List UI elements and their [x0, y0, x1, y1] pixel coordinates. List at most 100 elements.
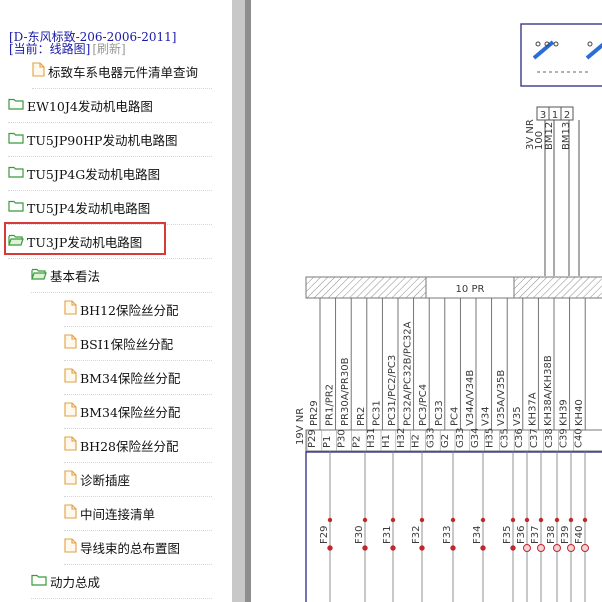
- wire-label: KH39: [559, 399, 570, 426]
- wire-label: PC31/PC2/PC3: [387, 355, 398, 426]
- pin-label: H35: [485, 428, 496, 448]
- top-wire-label: BM12: [544, 122, 555, 150]
- tree-item[interactable]: BM34保险丝分配: [64, 360, 212, 395]
- tree-item[interactable]: TU5JP4G发动机电路图: [8, 156, 212, 191]
- terminal-dot: [535, 41, 541, 47]
- wire-label: PC3/PC4: [418, 384, 429, 426]
- fuse-terminal-bottom: [510, 545, 516, 551]
- file-icon: [64, 368, 77, 386]
- wire-label: PC32A/PC32B/PC32A: [403, 321, 414, 426]
- tree-item[interactable]: 导线束的总布置图: [64, 530, 212, 565]
- tree-item-label: BM34保险丝分配: [80, 404, 181, 420]
- pin-label: C40: [573, 428, 584, 448]
- fuse-label: F40: [574, 526, 585, 544]
- bus-hatch-right: [513, 276, 602, 299]
- tree-item-label: 中间连接清单: [80, 506, 156, 522]
- wire-label: PR29: [309, 400, 320, 426]
- fuse-terminal-top: [568, 517, 574, 523]
- tree-item[interactable]: EW10J4发动机电路图: [8, 88, 212, 123]
- file-icon: [64, 538, 77, 556]
- wire-label: PC31: [371, 400, 382, 426]
- switch-contact-1: [532, 40, 555, 60]
- wiring-diagram-view[interactable]: 312 3V NR 100 BM12 BM13 10 PR 19V NR PR29 PR…: [251, 0, 602, 602]
- tree-item[interactable]: 基本看法: [31, 258, 212, 293]
- fuse-label: F37: [530, 526, 541, 544]
- pin-label: P30: [337, 429, 348, 448]
- file-icon: [64, 402, 77, 420]
- sidebar-scrollbar[interactable]: [232, 0, 245, 602]
- wire-label: KH37A: [527, 392, 538, 426]
- fuse-label: F38: [546, 526, 557, 544]
- tree-item[interactable]: TU5JP90HP发动机电路图: [8, 122, 212, 157]
- file-icon: [64, 436, 77, 454]
- fuse-terminal-bottom: [523, 544, 531, 552]
- tree-item[interactable]: TU5JP4发动机电路图: [8, 190, 212, 225]
- tree-item[interactable]: 动力总成: [31, 564, 212, 599]
- tree-item-label: BSI1保险丝分配: [80, 336, 174, 352]
- tree-item-label: 动力总成: [50, 574, 101, 590]
- wire-label: V34: [481, 406, 492, 426]
- wire-label: KH40: [574, 399, 585, 426]
- fuse-terminal-top: [582, 517, 588, 523]
- fuse-label: F34: [472, 526, 483, 544]
- pin-label: P29: [307, 429, 318, 448]
- fuse-terminal-bottom: [390, 545, 396, 551]
- tree-item-label: 诊断插座: [80, 472, 131, 488]
- pin-label: C38: [544, 428, 555, 448]
- fuse-terminal-bottom: [327, 545, 333, 551]
- wire-label: V35: [512, 406, 523, 426]
- pin-label: G33: [455, 428, 466, 448]
- file-icon: [64, 334, 77, 352]
- fuse-terminal-bottom: [362, 545, 368, 551]
- tree-item[interactable]: 中间连接清单: [64, 496, 212, 531]
- tree-item[interactable]: BM34保险丝分配: [64, 394, 212, 429]
- bus-hatch-left: [305, 276, 427, 299]
- fuse-terminal-bottom: [567, 544, 575, 552]
- tree-item-label: TU5JP90HP发动机电路图: [27, 132, 178, 148]
- selected-item-highlight: [4, 222, 166, 255]
- folder-icon: [8, 165, 24, 181]
- pin-label: G34: [470, 428, 481, 448]
- wire-label: PR30A/PR30B: [340, 357, 351, 426]
- fuse-terminal-bottom: [553, 544, 561, 552]
- tree-item[interactable]: BH28保险丝分配: [64, 428, 212, 463]
- pin-label: C39: [559, 428, 570, 448]
- top-wire-labels: 3V NR100 BM12 BM13: [525, 119, 572, 150]
- fuse-terminal-bottom: [537, 544, 545, 552]
- fuse-label: F36: [516, 526, 527, 544]
- connector-pin-label: 3: [540, 110, 546, 121]
- tree-item-label: TU5JP4发动机电路图: [27, 200, 151, 216]
- wire-label: PC4: [449, 407, 460, 426]
- fuse-label: F29: [319, 526, 330, 544]
- connector-pin-label: 1: [552, 110, 558, 121]
- tree-item[interactable]: 诊断插座: [64, 462, 212, 497]
- fuse-terminal-top: [327, 517, 333, 523]
- tree-item-label: 标致车系电器元件清单查询: [48, 64, 199, 80]
- folder-icon: [8, 131, 24, 147]
- pin-label: G2: [440, 434, 451, 448]
- fuse-label: F35: [502, 526, 513, 544]
- bus-label: 10 PR: [456, 284, 485, 295]
- tree-item-label: BH28保险丝分配: [80, 438, 179, 454]
- fuse-terminal-top: [538, 517, 544, 523]
- top-wire-label: BM13: [561, 122, 572, 150]
- fuse-terminal-bottom: [581, 544, 589, 552]
- pin-label: G33: [425, 428, 436, 448]
- folder-icon: [31, 573, 47, 589]
- tree-item-label: 导线束的总布置图: [80, 540, 181, 556]
- navigation-sidebar: [D-东风标致-206-2006-2011] [当前：线路图] [刷新] 标致车系…: [0, 0, 232, 602]
- pin-row-box: [305, 429, 602, 452]
- pin-label: H2: [411, 434, 422, 448]
- tree-item-label: BM34保险丝分配: [80, 370, 181, 386]
- tree-item-label: BH12保险丝分配: [80, 302, 179, 318]
- switch-contact-2: [585, 42, 602, 60]
- tree-item[interactable]: 标致车系电器元件清单查询: [32, 54, 212, 89]
- tree-item[interactable]: BSI1保险丝分配: [64, 326, 212, 361]
- tree-item-label: TU5JP4G发动机电路图: [27, 166, 161, 182]
- pin-label: P2: [351, 436, 362, 448]
- pin-label: P1: [322, 436, 333, 448]
- tree-item[interactable]: BH12保险丝分配: [64, 292, 212, 327]
- fuse-label: F30: [354, 526, 365, 544]
- fuse-terminal-top: [524, 517, 530, 523]
- file-icon: [64, 470, 77, 488]
